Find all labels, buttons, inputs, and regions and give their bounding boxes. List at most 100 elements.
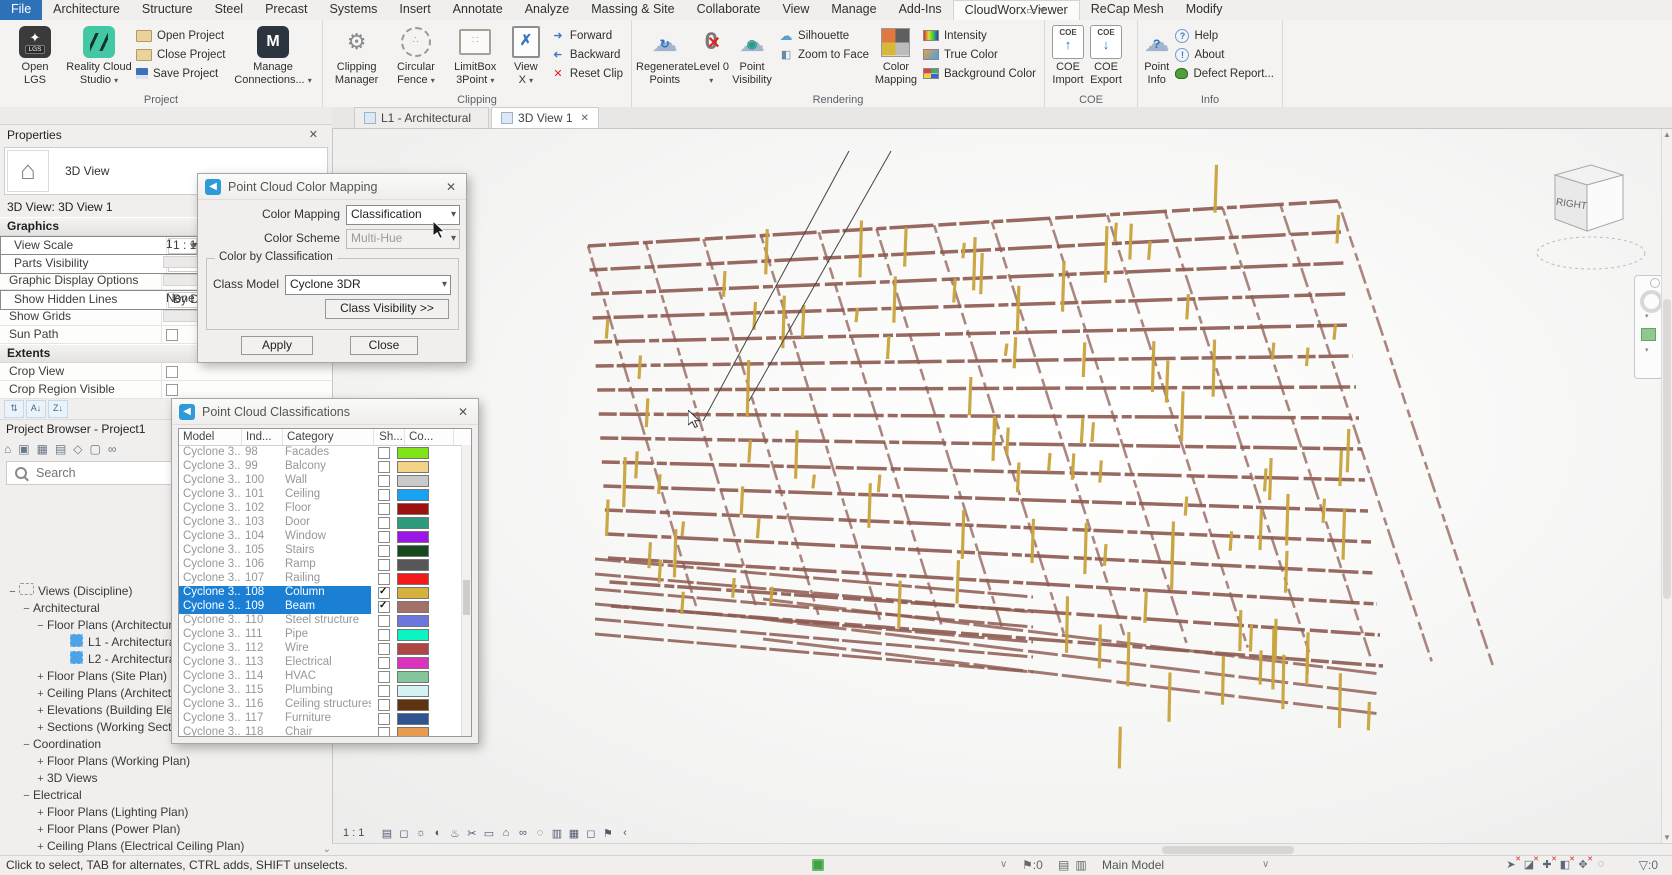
worksharing-monitor-icon[interactable] [812,859,824,871]
classification-row[interactable]: Cyclone 3... 109 Beam [179,600,471,614]
tree-item[interactable]: +Ceiling Plans (Electrical Ceiling Plan) [0,838,322,855]
selection-toggle-icon[interactable]: ◧ [1556,858,1574,871]
ribbon-tab[interactable]: Massing & Site [580,0,685,20]
view-cube[interactable]: RIGHT [1525,147,1665,287]
classification-row[interactable]: Cyclone 3... 106 Ramp [179,558,471,572]
color-swatch[interactable] [397,587,429,599]
zoom-tool-icon[interactable] [1641,328,1656,341]
classification-row[interactable]: Cyclone 3... 103 Door [179,516,471,530]
reality-cloud-studio-button[interactable]: Reality Cloud Studio ▾ [66,23,132,86]
view-tab[interactable]: L1 - Architectural [354,107,489,128]
show-checkbox[interactable] [378,699,390,711]
classification-row[interactable]: Cyclone 3... 114 HVAC [179,670,471,684]
design-options-icon[interactable]: ▥ [1075,858,1086,872]
show-checkbox[interactable] [378,615,390,627]
classification-row[interactable]: Cyclone 3... 116 Ceiling structures [179,698,471,712]
view-control-icon[interactable]: ✂ [463,827,480,840]
color-swatch[interactable] [397,629,429,641]
scrollbar-thumb[interactable] [1663,299,1671,599]
color-swatch[interactable] [397,559,429,571]
classification-row[interactable]: Cyclone 3... 118 Chair [179,726,471,737]
apply-button[interactable]: Apply [241,336,313,355]
classification-row[interactable]: Cyclone 3... 112 Wire [179,642,471,656]
show-checkbox[interactable] [378,671,390,683]
tree-expander[interactable]: − [6,584,19,600]
show-checkbox[interactable] [378,629,390,641]
point-info-button[interactable]: ☁? Point Info [1142,23,1171,86]
tree-expander[interactable]: + [34,839,47,855]
tree-item[interactable]: +Floor Plans (Power Plan) [0,821,322,838]
view-control-icon[interactable]: ◌ [531,827,548,840]
show-checkbox[interactable] [378,489,390,501]
view-control-icon[interactable]: ⚑ [599,827,616,840]
selection-toggle-icon[interactable]: ✥ [1574,858,1592,871]
tree-item[interactable]: −Electrical [0,787,322,804]
selection-toggle-icon[interactable]: ✚ [1538,858,1556,871]
classification-row[interactable]: Cyclone 3... 98 Facades [179,446,471,460]
ribbon-display-toggle[interactable]: ▭ ▾ [1018,2,1053,17]
background-color-button[interactable]: Background Color [923,64,1036,83]
ribbon-tab[interactable]: Analyze [514,0,580,20]
column-header[interactable]: Co... [405,429,454,445]
tree-expander[interactable]: + [34,771,47,787]
ribbon-tab[interactable]: CloudWorx Viewer [953,0,1080,20]
zoom-to-face-button[interactable]: ◧Zoom to Face [779,45,869,64]
help-button[interactable]: ?Help [1175,26,1274,45]
close-icon[interactable]: ✕ [309,125,318,146]
design-options-icon[interactable]: ▤ [1058,858,1069,872]
limitbox-3point-button[interactable]: ∷ LimitBox 3Point ▾ [446,23,505,86]
color-swatch[interactable] [397,685,429,697]
color-swatch[interactable] [397,545,429,557]
color-mapping-button[interactable]: Color Mapping [873,23,919,86]
color-swatch[interactable] [397,671,429,683]
vertical-scrollbar[interactable]: ▲ ▼ [1661,129,1672,843]
editable-only-indicator[interactable]: ⚑:0 [1022,858,1043,872]
color-swatch[interactable] [397,643,429,655]
circular-fence-button[interactable]: ∴ Circular Fence ▾ [386,23,445,86]
color-swatch[interactable] [397,475,429,487]
view-control-icon[interactable]: ◐ [429,827,446,840]
show-checkbox[interactable] [378,545,390,557]
color-swatch[interactable] [397,615,429,627]
chevron-down-icon[interactable]: ⌄ [323,844,331,855]
show-checkbox[interactable] [378,475,390,487]
scrollbar-thumb[interactable] [1162,846,1294,854]
ribbon-tab[interactable]: Systems [318,0,388,20]
browser-toolbar-icon[interactable]: ◇ [73,442,82,456]
classification-row[interactable]: Cyclone 3... 99 Balcony [179,460,471,474]
color-swatch[interactable] [397,601,429,613]
chevron-down-icon[interactable]: ▾ [1645,312,1649,320]
point-visibility-button[interactable]: ☁◉ Point Visibility [729,23,775,86]
show-checkbox[interactable] [378,503,390,515]
show-checkbox[interactable] [378,601,390,613]
sort-icon[interactable]: Z↓ [48,400,68,418]
tree-item[interactable]: +Floor Plans (Working Plan) [0,753,322,770]
browser-toolbar-icon[interactable]: ▢ [90,442,101,456]
browser-toolbar-icon[interactable]: ▤ [55,442,66,456]
show-checkbox[interactable] [378,531,390,543]
tree-expander[interactable]: + [34,669,47,685]
tree-expander[interactable]: + [34,703,47,719]
show-checkbox[interactable] [378,713,390,725]
color-swatch[interactable] [397,503,429,515]
tree-item[interactable]: +3D Views [0,770,322,787]
view-scale-button[interactable]: 1 : 1 [343,827,364,839]
defect-report-button[interactable]: Defect Report... [1175,64,1274,83]
classification-row[interactable]: Cyclone 3... 105 Stairs [179,544,471,558]
classification-row[interactable]: Cyclone 3... 107 Railing [179,572,471,586]
tree-expander[interactable]: + [34,720,47,736]
view-control-icon[interactable]: ◻ [582,827,599,840]
close-icon[interactable]: ✕ [581,109,589,128]
chevron-down-icon[interactable]: ∨ [1000,859,1007,870]
selection-toggle-icon[interactable]: ◪ [1520,858,1538,871]
class-model-select[interactable]: Cyclone 3DR [285,275,451,295]
classification-row[interactable]: Cyclone 3... 113 Electrical [179,656,471,670]
color-swatch[interactable] [397,517,429,529]
column-header[interactable]: Category [283,429,374,445]
color-swatch[interactable] [397,713,429,725]
view-control-icon[interactable]: ▭ [480,827,497,840]
browser-toolbar-icon[interactable]: ▦ [37,442,48,456]
show-checkbox[interactable] [378,587,390,599]
property-row[interactable]: Crop Region Visible [0,381,332,399]
navigation-bar[interactable]: ▾ ▾ [1634,275,1663,379]
